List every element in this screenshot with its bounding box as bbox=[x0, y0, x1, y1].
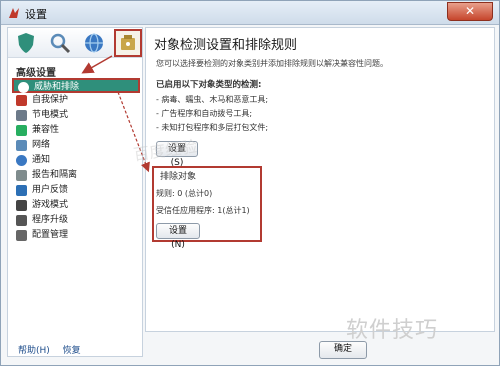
exclusions-settings-button[interactable]: 设置(N) bbox=[156, 223, 200, 250]
settings-nav: 威胁和排除 自我保护 节电模式 兼容性 网络 通知 报告和隔离 用户反馈 游戏模… bbox=[12, 78, 140, 243]
sidebar-item-label: 程序升级 bbox=[32, 215, 69, 225]
self-defense-icon bbox=[16, 95, 27, 106]
detection-subtitle: 已启用以下对象类型的检测: bbox=[156, 80, 262, 90]
sidebar-item-config-management[interactable]: 配置管理 bbox=[12, 228, 140, 243]
trusted-apps-count: 受信任应用程序: 1(总计1) bbox=[156, 206, 250, 215]
sidebar-item-label: 游戏模式 bbox=[32, 200, 69, 210]
restore-link[interactable]: 恢复 bbox=[63, 346, 81, 356]
sidebar-item-label: 网络 bbox=[32, 140, 51, 150]
search-icon[interactable] bbox=[48, 31, 72, 55]
sidebar-item-power-saving[interactable]: 节电模式 bbox=[12, 108, 140, 123]
sidebar-item-network[interactable]: 网络 bbox=[12, 138, 140, 153]
sidebar-item-label: 报告和隔离 bbox=[32, 170, 78, 180]
window-title: 设置 bbox=[25, 8, 47, 21]
list-item: - 广告程序和自动拨号工具; bbox=[156, 109, 253, 118]
advanced-settings-icon[interactable] bbox=[114, 29, 142, 57]
sidebar-item-label: 自我保护 bbox=[32, 95, 69, 105]
watermark: 软件技巧 bbox=[346, 318, 439, 343]
exclusions-title: 排除对象 bbox=[160, 172, 197, 182]
page-description: 您可以选择要检测的对象类别并添加排除规则以解决兼容性问题。 bbox=[156, 59, 388, 68]
sidebar-item-gaming-mode[interactable]: 游戏模式 bbox=[12, 198, 140, 213]
power-icon bbox=[16, 110, 27, 121]
sidebar-item-threats-exclusions[interactable]: 威胁和排除 bbox=[12, 78, 140, 93]
checkbox-icon bbox=[16, 125, 27, 136]
section-title: 高级设置 bbox=[16, 68, 56, 79]
sidebar: 高级设置 威胁和排除 自我保护 节电模式 兼容性 网络 通知 报告和隔离 用户反… bbox=[7, 27, 143, 357]
sidebar-item-compatibility[interactable]: 兼容性 bbox=[12, 123, 140, 138]
exclusion-rules-count: 规则: 0 (总计0) bbox=[156, 189, 213, 198]
sidebar-footer: 帮助(H) 恢复 bbox=[18, 343, 91, 356]
gamepad-icon bbox=[16, 200, 27, 211]
title-bar: 设置 ✕ bbox=[1, 1, 499, 25]
feedback-icon bbox=[16, 185, 27, 196]
sidebar-item-label: 用户反馈 bbox=[32, 185, 69, 195]
sidebar-item-label: 配置管理 bbox=[32, 230, 69, 240]
kaspersky-logo-icon bbox=[9, 8, 19, 18]
sidebar-item-reports-quarantine[interactable]: 报告和隔离 bbox=[12, 168, 140, 183]
globe-icon[interactable] bbox=[82, 31, 106, 55]
check-icon bbox=[18, 82, 29, 93]
sidebar-item-self-defense[interactable]: 自我保护 bbox=[12, 93, 140, 108]
page-title: 对象检测设置和排除规则 bbox=[154, 38, 298, 53]
list-item: - 未知打包程序和多层打包文件; bbox=[156, 123, 269, 132]
detection-list: - 病毒、蠕虫、木马和恶意工具; - 广告程序和自动拨号工具; - 未知打包程序… bbox=[156, 93, 268, 135]
sidebar-item-update[interactable]: 程序升级 bbox=[12, 213, 140, 228]
list-item: - 病毒、蠕虫、木马和恶意工具; bbox=[156, 95, 269, 104]
sidebar-item-label: 威胁和排除 bbox=[34, 82, 80, 92]
sidebar-item-label: 通知 bbox=[32, 155, 51, 165]
update-icon bbox=[16, 215, 27, 226]
category-toolbar bbox=[8, 28, 142, 58]
report-icon bbox=[16, 170, 27, 181]
info-icon bbox=[16, 155, 27, 166]
config-icon bbox=[16, 230, 27, 241]
shield-icon[interactable] bbox=[14, 31, 38, 55]
close-button[interactable]: ✕ bbox=[447, 2, 493, 21]
sidebar-item-feedback[interactable]: 用户反馈 bbox=[12, 183, 140, 198]
sidebar-item-label: 节电模式 bbox=[32, 110, 69, 120]
help-link[interactable]: 帮助(H) bbox=[18, 346, 50, 356]
sidebar-item-notifications[interactable]: 通知 bbox=[12, 153, 140, 168]
sidebar-item-label: 兼容性 bbox=[32, 125, 60, 135]
network-icon bbox=[16, 140, 27, 151]
main-panel: 对象检测设置和排除规则 您可以选择要检测的对象类别并添加排除规则以解决兼容性问题… bbox=[145, 27, 495, 332]
